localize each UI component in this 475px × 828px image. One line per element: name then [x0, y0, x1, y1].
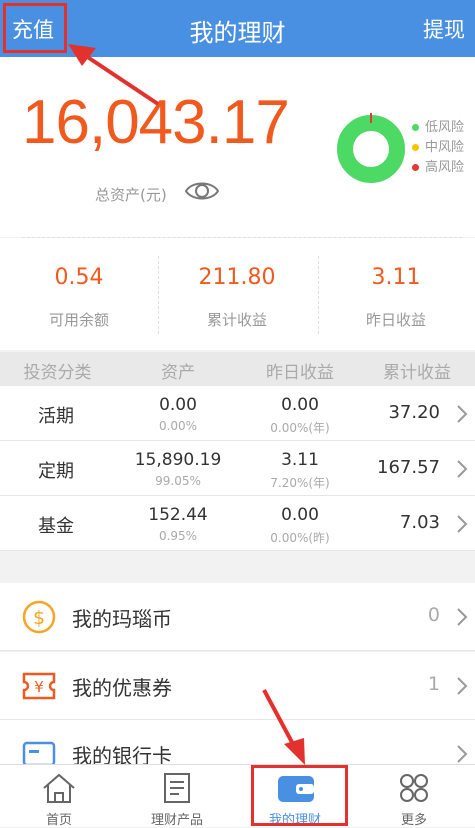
- row-cumulative: 37.20: [388, 402, 440, 423]
- stat-cumulative-income[interactable]: 211.80 累计收益: [158, 238, 316, 350]
- row-asset: 0.00: [159, 395, 197, 415]
- row-yesterday-sub: 0.00%(昨): [270, 531, 330, 545]
- row-name: 活期: [38, 406, 74, 427]
- more-icon: [400, 774, 428, 802]
- row-name: 定期: [38, 461, 74, 482]
- column-header: 昨日收益: [266, 363, 334, 383]
- legend-item: 高风险: [412, 159, 464, 179]
- table-row-fund[interactable]: 基金 152.44 0.95% 0.00 0.00%(昨) 7.03: [0, 496, 475, 551]
- svg-text:$: $: [33, 607, 45, 629]
- row-cumulative: 167.57: [377, 457, 440, 478]
- risk-legend: 低风险 中风险 高风险: [412, 119, 464, 179]
- stat-value: 3.11: [371, 265, 421, 290]
- document-icon: [164, 773, 190, 803]
- bottom-tab-bar: 首页 理财产品 我的理财 更多: [0, 764, 475, 828]
- chevron-right-icon: [457, 405, 468, 423]
- legend-item: 中风险: [412, 139, 464, 159]
- eye-icon[interactable]: [184, 178, 220, 204]
- menu-item-coins[interactable]: $ 我的玛瑙币 0: [0, 583, 475, 651]
- recharge-highlight-box: [3, 3, 67, 53]
- legend-dot: [412, 144, 419, 151]
- row-asset-pct: 0.00%: [158, 419, 198, 433]
- row-yesterday-sub: 0.00%(年): [270, 421, 330, 435]
- legend-item: 低风险: [412, 119, 464, 139]
- investment-table-header: 投资分类 资产 昨日收益 累计收益: [0, 352, 475, 386]
- row-asset: 15,890.19: [134, 450, 222, 470]
- column-header: 投资分类: [23, 363, 92, 383]
- tab-highlight-box: [251, 765, 348, 826]
- table-row-current[interactable]: 活期 0.00 0.00% 0.00 0.00%(年) 37.20: [0, 386, 475, 441]
- row-yesterday: 0.00: [281, 395, 319, 415]
- row-asset-pct: 0.95%: [158, 529, 198, 543]
- row-yesterday: 0.00: [281, 505, 319, 525]
- tab-products[interactable]: 理财产品: [118, 765, 236, 828]
- chevron-right-icon: [457, 745, 468, 763]
- app-header: 充值 我的理财 提现: [0, 0, 475, 57]
- stat-value: 0.54: [54, 265, 104, 290]
- stat-label: 昨日收益: [365, 311, 426, 329]
- legend-dot: [412, 164, 419, 171]
- total-assets-label: 总资产(元): [95, 186, 167, 204]
- menu-item-coupons[interactable]: ¥ 我的优惠券 1: [0, 652, 475, 720]
- row-asset-pct: 99.05%: [155, 474, 201, 488]
- chevron-right-icon: [457, 608, 468, 626]
- menu-value: 0: [427, 604, 440, 626]
- row-cumulative: 7.03: [399, 512, 440, 533]
- asset-summary: 16,043.17 总资产(元) 低风险 中风险 高风险: [0, 57, 475, 238]
- tab-more[interactable]: 更多: [355, 765, 473, 828]
- coupon-icon: ¥: [22, 672, 56, 700]
- stat-label: 可用余额: [48, 311, 109, 329]
- legend-dot: [412, 124, 419, 131]
- chevron-right-icon: [457, 460, 468, 478]
- svg-text:¥: ¥: [34, 678, 44, 696]
- column-header: 累计收益: [383, 363, 451, 383]
- legend-label-low: 低风险: [425, 120, 465, 135]
- tab-label: 首页: [45, 813, 72, 828]
- column-header: 资产: [161, 363, 195, 383]
- total-assets-value: 16,043.17: [22, 88, 290, 157]
- stats-row: 0.54 可用余额 211.80 累计收益 3.11 昨日收益: [0, 238, 475, 350]
- legend-label-medium: 中风险: [425, 140, 465, 155]
- chevron-right-icon: [457, 677, 468, 695]
- stat-value: 211.80: [198, 265, 276, 290]
- coin-icon: $: [22, 600, 56, 634]
- stat-available-balance[interactable]: 0.54 可用余额: [0, 238, 158, 350]
- table-row-fixed[interactable]: 定期 15,890.19 99.05% 3.11 7.20%(年) 167.57: [0, 441, 475, 496]
- menu-label: 我的优惠券: [72, 676, 172, 700]
- row-asset: 152.44: [148, 505, 208, 525]
- tab-home[interactable]: 首页: [0, 765, 118, 828]
- tab-label: 更多: [400, 813, 427, 828]
- risk-donut-chart: [337, 113, 405, 183]
- page-title: 我的理财: [189, 19, 286, 47]
- home-icon: [43, 773, 75, 803]
- chevron-right-icon: [457, 515, 468, 533]
- tab-label: 理财产品: [150, 813, 203, 828]
- row-yesterday-sub: 7.20%(年): [270, 476, 330, 490]
- legend-label-high: 高风险: [425, 160, 465, 175]
- menu-value: 1: [427, 673, 440, 695]
- menu-label: 我的玛瑙币: [72, 607, 172, 631]
- stat-label: 累计收益: [206, 311, 267, 329]
- row-name: 基金: [38, 516, 74, 537]
- row-yesterday: 3.11: [281, 450, 319, 470]
- withdraw-button[interactable]: 提现: [423, 14, 465, 44]
- stat-yesterday-income[interactable]: 3.11 昨日收益: [317, 238, 475, 350]
